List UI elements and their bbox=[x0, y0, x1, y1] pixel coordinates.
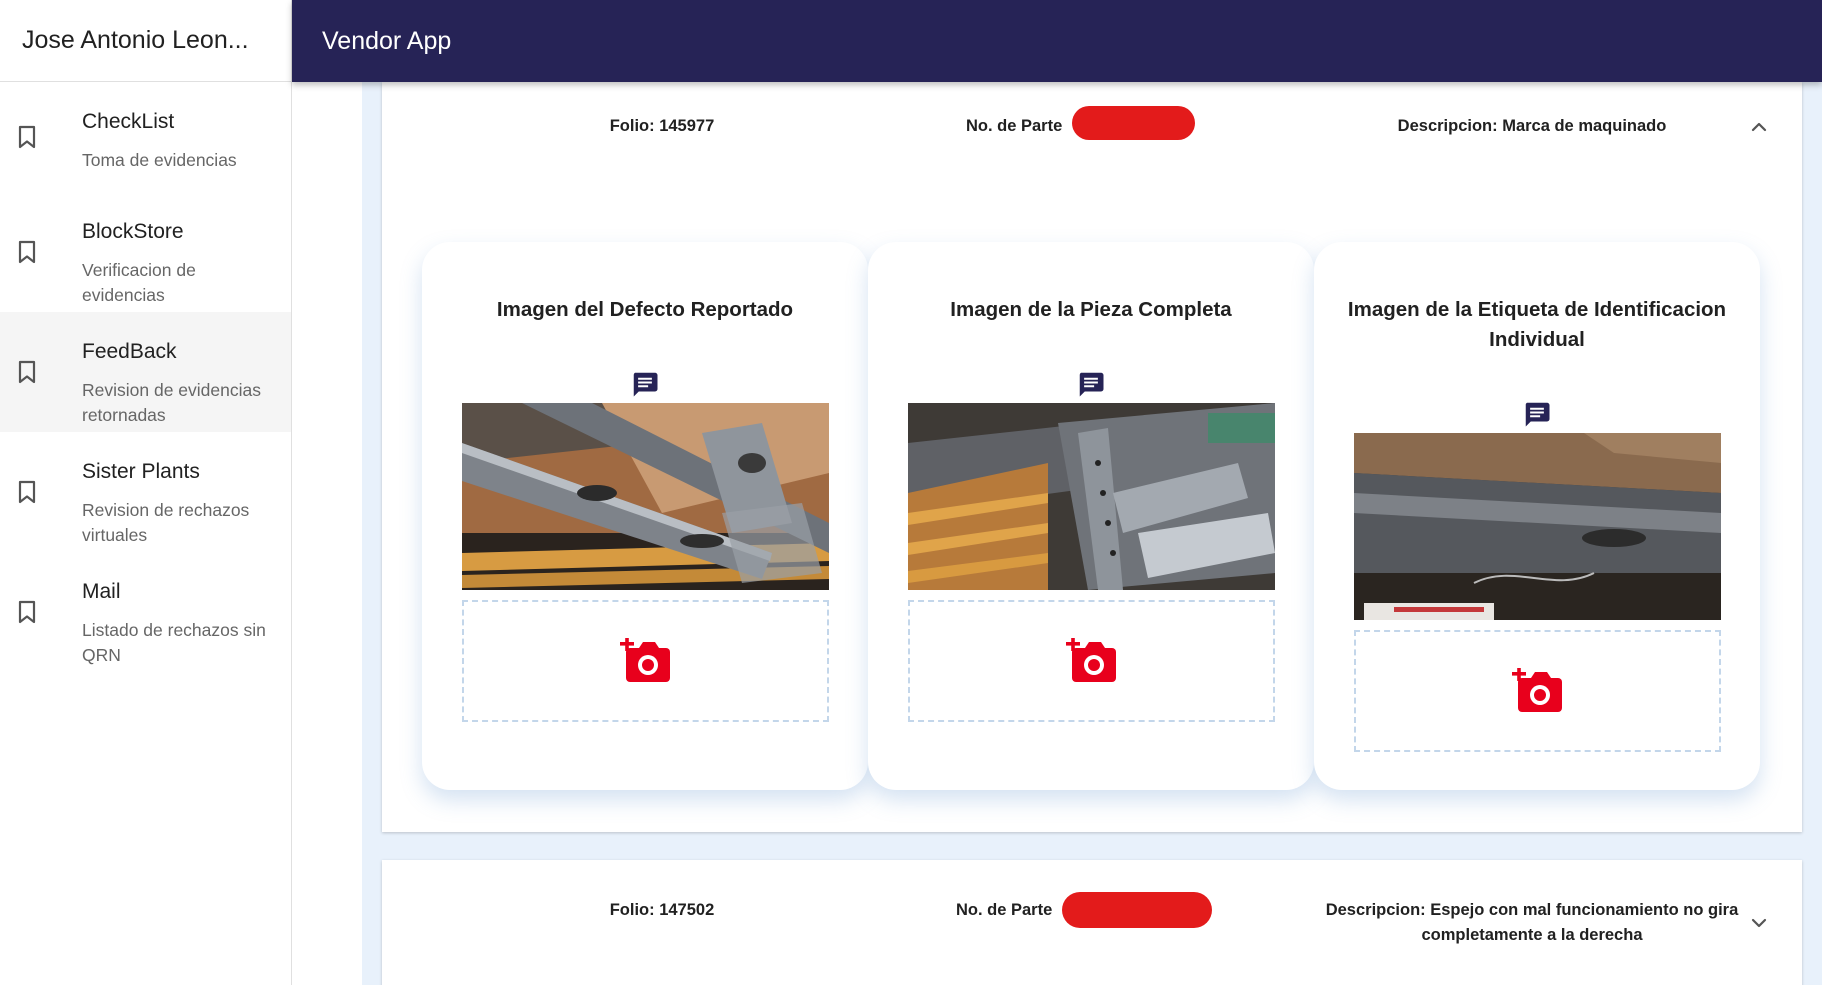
part-number-label: No. de Parte bbox=[966, 117, 1063, 135]
evidence-card: Imagen de la Pieza Completa bbox=[868, 242, 1314, 790]
sidebar-item-title: Mail bbox=[82, 580, 121, 603]
sidebar: Jose Antonio Leon... CheckList Toma de e… bbox=[0, 0, 292, 985]
add-photo-icon bbox=[1511, 668, 1562, 712]
folio-label: Folio: 147502 bbox=[609, 901, 715, 919]
record-panel: Folio: 147502 No. de Parte Descripcion: … bbox=[382, 860, 1802, 985]
redaction-mark bbox=[1072, 106, 1195, 140]
sidebar-item-sister-plants[interactable]: Sister Plants Revision de rechazos virtu… bbox=[0, 432, 291, 552]
main-content: Folio: 145977 No. de Parte Descripcion: … bbox=[292, 82, 1822, 985]
redaction-mark bbox=[1062, 892, 1212, 928]
description-label: Descripcion: Marca de maquinado bbox=[1397, 117, 1667, 135]
bookmark-icon bbox=[18, 125, 36, 149]
sidebar-item-subtitle: Toma de evidencias bbox=[82, 150, 237, 170]
evidence-card: Imagen del Defecto Reportado bbox=[422, 242, 868, 790]
sidebar-item-blockstore[interactable]: BlockStore Verificacion de evidencias bbox=[0, 192, 291, 312]
chevron-down-icon[interactable] bbox=[1748, 912, 1770, 934]
record-header[interactable]: Folio: 145977 No. de Parte Descripcion: … bbox=[382, 82, 1802, 162]
description-label: Descripcion: Espejo con mal funcionamien… bbox=[1325, 901, 1739, 944]
defect-photo[interactable] bbox=[462, 403, 829, 590]
user-header: Jose Antonio Leon... bbox=[0, 0, 291, 82]
add-photo-dropzone[interactable] bbox=[1354, 630, 1721, 752]
app-title: Vendor App bbox=[322, 26, 452, 55]
sidebar-item-title: CheckList bbox=[82, 110, 175, 133]
record-panel: Folio: 145977 No. de Parte Descripcion: … bbox=[382, 82, 1802, 832]
sidebar-item-mail[interactable]: Mail Listado de rechazos sin QRN bbox=[0, 552, 291, 672]
label-photo[interactable] bbox=[1354, 433, 1721, 620]
add-photo-icon bbox=[1065, 638, 1116, 682]
bookmark-icon bbox=[18, 240, 36, 264]
card-title: Imagen del Defecto Reportado bbox=[496, 298, 794, 321]
user-name: Jose Antonio Leon... bbox=[22, 26, 249, 54]
part-number-label: No. de Parte bbox=[956, 901, 1053, 919]
sidebar-item-checklist[interactable]: CheckList Toma de evidencias bbox=[0, 82, 291, 192]
sidebar-item-title: BlockStore bbox=[82, 220, 184, 243]
bookmark-icon bbox=[18, 360, 36, 384]
sidebar-item-subtitle: Listado de rechazos sin QRN bbox=[82, 620, 266, 665]
sidebar-item-subtitle: Revision de evidencias retornadas bbox=[82, 380, 261, 425]
record-header[interactable]: Folio: 147502 No. de Parte Descripcion: … bbox=[382, 860, 1802, 944]
sidebar-item-title: FeedBack bbox=[82, 340, 177, 363]
evidence-card: Imagen de la Etiqueta de Identificacion … bbox=[1314, 242, 1760, 790]
sidebar-item-subtitle: Revision de rechazos virtuales bbox=[82, 500, 250, 545]
card-title: Imagen de la Etiqueta de Identificacion … bbox=[1347, 298, 1727, 351]
comment-icon[interactable] bbox=[1076, 369, 1106, 399]
bookmark-icon bbox=[18, 480, 36, 504]
comment-icon[interactable] bbox=[630, 369, 660, 399]
sidebar-item-subtitle: Verificacion de evidencias bbox=[82, 260, 196, 305]
chevron-up-icon[interactable] bbox=[1748, 116, 1770, 138]
add-photo-dropzone[interactable] bbox=[908, 600, 1275, 722]
card-title: Imagen de la Pieza Completa bbox=[950, 298, 1232, 321]
full-part-photo[interactable] bbox=[908, 403, 1275, 590]
sidebar-item-feedback[interactable]: FeedBack Revision de evidencias retornad… bbox=[0, 312, 291, 432]
app-bar: Vendor App bbox=[292, 0, 1822, 82]
bookmark-icon bbox=[18, 600, 36, 624]
add-photo-icon bbox=[619, 638, 670, 682]
add-photo-dropzone[interactable] bbox=[462, 600, 829, 722]
comment-icon[interactable] bbox=[1522, 399, 1552, 429]
sidebar-item-title: Sister Plants bbox=[82, 460, 200, 483]
folio-label: Folio: 145977 bbox=[609, 117, 715, 135]
